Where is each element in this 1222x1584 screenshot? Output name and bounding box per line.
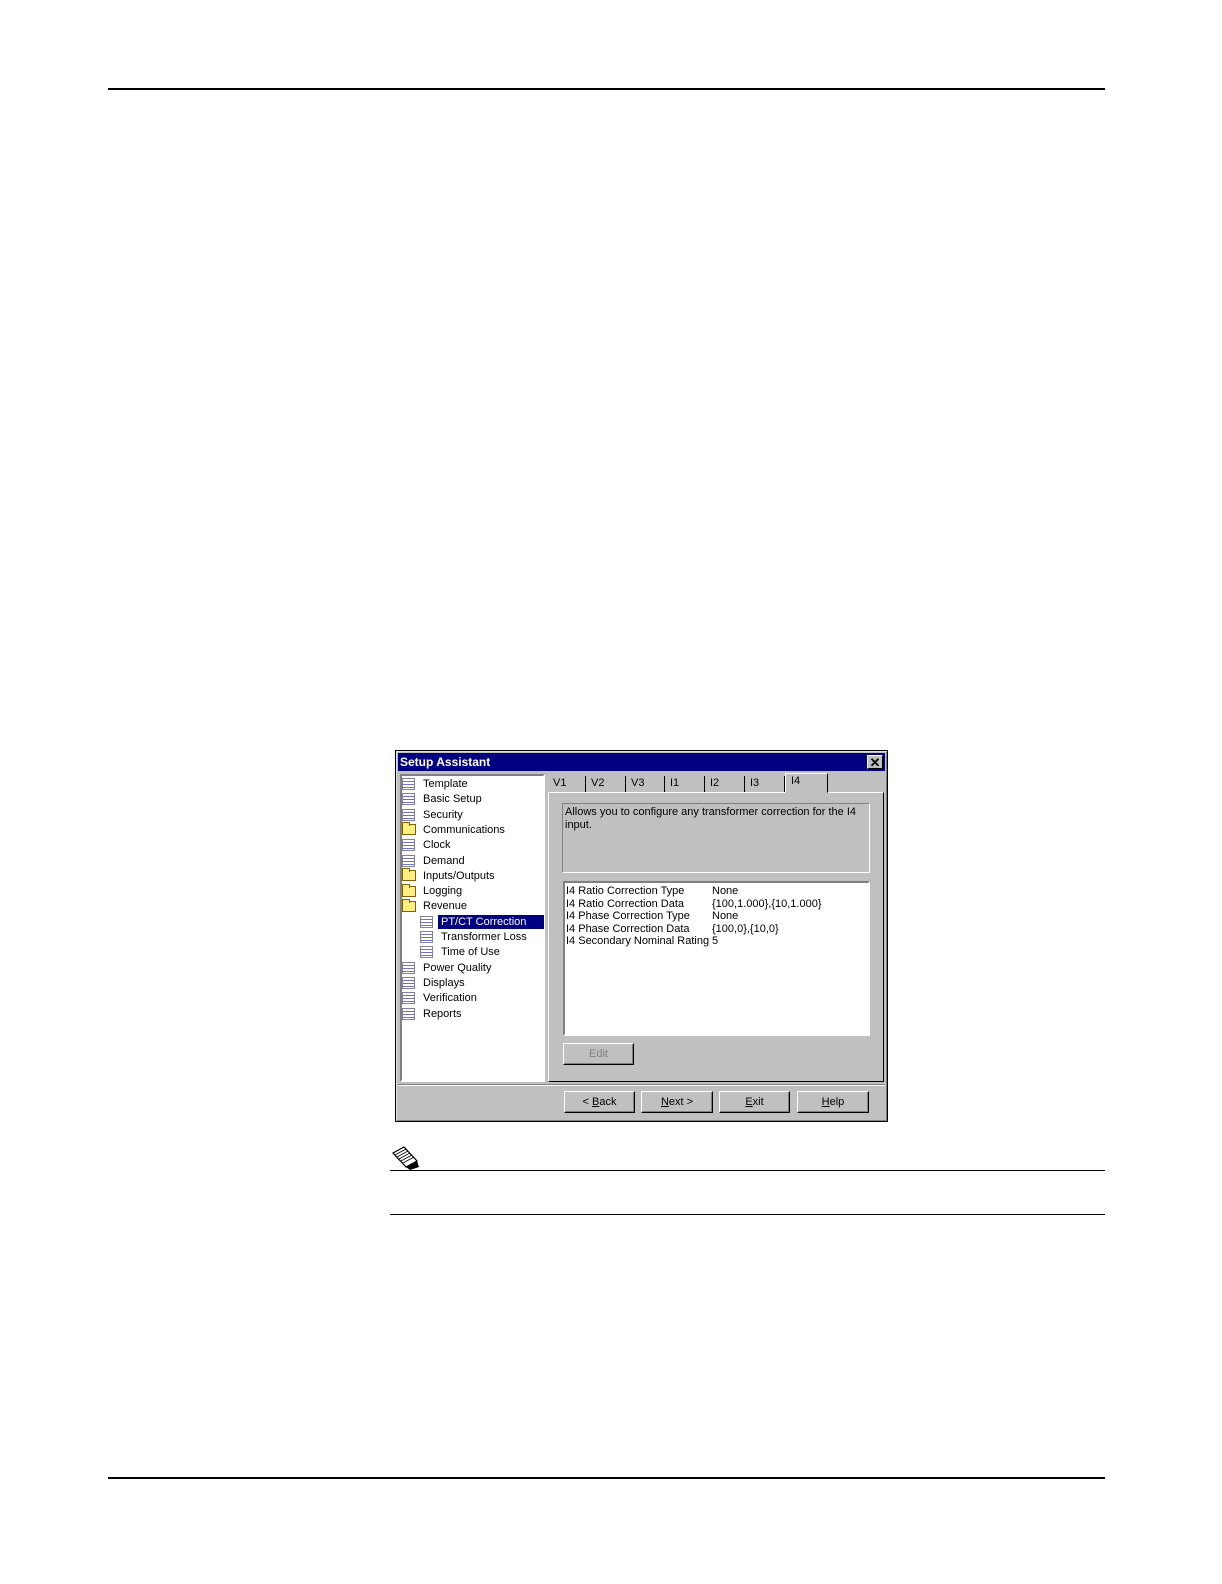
parameter-row[interactable]: I4 Ratio Correction Type None [565, 885, 868, 898]
parameter-row[interactable]: I4 Phase Correction Data {100,0},{10,0} [565, 923, 868, 936]
document-icon [420, 915, 433, 928]
tree-item[interactable]: Inputs/Outputs [402, 868, 498, 883]
tree-item[interactable]: Revenue [402, 898, 470, 913]
tab-i1[interactable]: I1 [665, 776, 705, 792]
tree-item[interactable]: Time of Use [420, 945, 503, 959]
close-icon: ✕ [869, 755, 881, 770]
tree-item-label: Demand [423, 854, 465, 867]
parameter-row[interactable]: I4 Ratio Correction Data {100,1.000},{10,… [565, 898, 868, 911]
note-bottom-rule [390, 1214, 1105, 1215]
tree-item[interactable]: Clock [402, 838, 454, 852]
folder-icon [402, 898, 416, 912]
back-button[interactable]: < Back [564, 1091, 635, 1113]
edit-button[interactable]: Edit [563, 1043, 634, 1065]
parameter-value: None [712, 910, 739, 922]
tree-item[interactable]: PT/CT Correction [420, 914, 544, 929]
tree-item-label: Communications [423, 823, 505, 836]
parameter-list[interactable]: I4 Ratio Correction Type None I4 Ratio Cor… [563, 881, 870, 1036]
folder-icon [402, 868, 416, 882]
exit-button[interactable]: Exit [719, 1091, 790, 1113]
document-icon [402, 854, 415, 867]
parameter-name: I4 Phase Correction Data [566, 922, 690, 935]
help-button-label: elp [829, 1096, 845, 1108]
document-icon [402, 808, 415, 821]
tree-item-label: Displays [423, 976, 465, 989]
back-button-label: ack [599, 1096, 617, 1108]
document-icon [402, 778, 415, 790]
tree-item[interactable]: Displays [402, 976, 468, 990]
tree-item-label: Logging [423, 885, 463, 898]
parameter-name: I4 Phase Correction Type [566, 910, 690, 922]
back-button-prefix: < [582, 1096, 592, 1108]
tree-item[interactable]: Logging [402, 883, 465, 898]
button-bar-separator [398, 1084, 885, 1086]
tree-item-label: Verification [423, 992, 477, 1005]
tree-item[interactable]: Demand [402, 854, 468, 868]
tree-item-label: Reports [423, 1007, 462, 1020]
tree-item[interactable]: Security [402, 808, 466, 822]
parameter-value: {100,0},{10,0} [712, 922, 779, 935]
parameter-name: I4 Ratio Correction Data [566, 897, 684, 910]
tree-item[interactable]: Verification [402, 991, 480, 1005]
tab-panel: Allows you to configure any transformer … [548, 792, 884, 1082]
note-pencil-icon [392, 1146, 419, 1170]
page-footer-rule [108, 1477, 1105, 1479]
parameter-row[interactable]: I4 Secondary Nominal Rating 5 [565, 935, 868, 948]
parameter-value: None [712, 885, 739, 897]
description-box: Allows you to configure any transformer … [562, 803, 870, 873]
tree-item-label: Time of Use [441, 946, 500, 959]
tree-item-label: Revenue [423, 900, 468, 913]
document-icon [402, 793, 415, 806]
document-icon [402, 961, 415, 974]
parameter-name: I4 Secondary Nominal Rating [566, 935, 710, 947]
window-title: Setup Assistant [400, 755, 491, 769]
next-button-label: ext > [668, 1096, 694, 1108]
tree-item-label: Basic Setup [423, 793, 482, 806]
tree-item[interactable]: Communications [402, 822, 508, 837]
folder-icon [402, 822, 416, 836]
tree-item[interactable]: Basic Setup [402, 792, 485, 806]
close-button[interactable]: ✕ [867, 755, 883, 769]
document-icon [420, 931, 433, 943]
tree-item-label: Power Quality [423, 961, 492, 974]
document-icon [402, 976, 415, 989]
exit-button-accelerator: E [745, 1096, 753, 1108]
document-icon [420, 946, 433, 959]
setup-assistant-window: Setup Assistant ✕ Template Basic Setup Sec… [395, 750, 888, 1122]
parameter-row[interactable]: I4 Phase Correction Type None [565, 910, 868, 923]
tree-item[interactable]: Reports [402, 1007, 465, 1021]
document-icon [402, 992, 415, 1005]
tab-v1[interactable]: V1 [548, 776, 586, 792]
tree-item[interactable]: Transformer Loss [420, 930, 530, 944]
page-header-rule [108, 88, 1105, 90]
tab-i4[interactable]: I4 [785, 773, 828, 793]
tree-item-label: PT/CT Correction [438, 914, 544, 929]
setup-tree[interactable]: Template Basic Setup Security Communication… [400, 774, 545, 1082]
help-button[interactable]: Help [797, 1091, 869, 1113]
parameter-value: 5 [712, 935, 719, 947]
help-button-accelerator: H [821, 1096, 830, 1108]
parameter-value: {100,1.000},{10,1.000} [712, 897, 822, 910]
tree-item-label: Security [423, 808, 463, 821]
tree-item[interactable]: Template [402, 777, 471, 791]
tab-v3[interactable]: V3 [626, 776, 665, 792]
exit-button-label: xit [752, 1096, 764, 1108]
note-top-rule [390, 1170, 1105, 1171]
next-button-accelerator: N [660, 1096, 669, 1108]
document-icon [402, 839, 415, 852]
tree-item-label: Template [423, 778, 468, 790]
tree-item-label: Clock [423, 839, 451, 852]
folder-icon [402, 883, 416, 897]
tree-item[interactable]: Power Quality [402, 961, 494, 975]
document-icon [402, 1007, 415, 1020]
tab-strip: V1 V2 V3 I1 I2 I3 I4 [548, 773, 884, 793]
title-bar: Setup Assistant ✕ [398, 753, 885, 771]
tab-v2[interactable]: V2 [586, 776, 626, 792]
next-button[interactable]: Next > [641, 1091, 713, 1113]
tab-i3[interactable]: I3 [745, 776, 785, 792]
parameter-name: I4 Ratio Correction Type [566, 885, 685, 897]
tree-item-label: Transformer Loss [441, 931, 527, 943]
tree-item-label: Inputs/Outputs [423, 869, 495, 882]
tab-i2[interactable]: I2 [705, 776, 745, 792]
